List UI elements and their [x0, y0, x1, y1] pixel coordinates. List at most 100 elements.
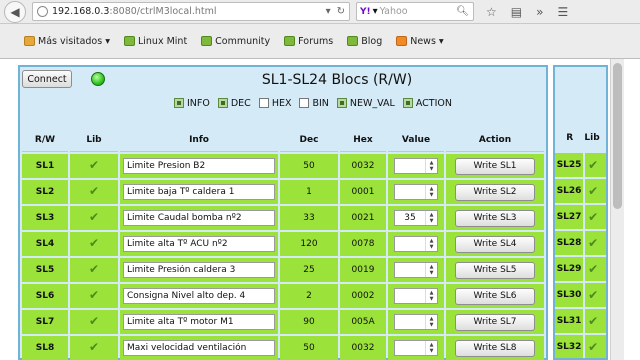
value-stepper[interactable]: ▲▼: [394, 236, 438, 252]
option-label: ACTION: [415, 97, 452, 109]
value-stepper[interactable]: ▲▼: [394, 210, 438, 226]
value-stepper[interactable]: ▲▼: [394, 340, 438, 356]
value-stepper[interactable]: ▲▼: [394, 262, 438, 278]
checkbox-dec[interactable]: [217, 98, 228, 108]
checkbox-bin[interactable]: [299, 98, 310, 108]
bookmark-news[interactable]: News ▾: [396, 35, 444, 47]
scrollbar-thumb[interactable]: [613, 63, 622, 209]
spinner-arrows-icon[interactable]: ▲ ▼: [425, 159, 437, 173]
value-input[interactable]: [395, 185, 425, 199]
bookmark-label: Community: [215, 35, 271, 47]
lib-cell: ✔: [585, 153, 606, 177]
dec-cell: 33: [280, 206, 338, 230]
bookmark-star-icon[interactable]: ☆: [486, 5, 497, 19]
value-stepper[interactable]: ▲▼: [394, 288, 438, 304]
info-input[interactable]: [123, 340, 275, 356]
write-button[interactable]: Write SL1: [455, 157, 535, 175]
panel2-header: R Lib: [555, 126, 606, 150]
url-text: 192.168.0.3:8080/ctrlM3local.html: [52, 6, 217, 17]
option-info[interactable]: INFO: [174, 98, 210, 109]
option-dec[interactable]: DEC: [217, 97, 251, 109]
toolbar-icons: ☆ ▤ » ☰: [486, 5, 568, 19]
write-button[interactable]: Write SL3: [455, 209, 535, 227]
bookmark-mas-visitados[interactable]: Más visitados ▾: [24, 36, 110, 47]
value-input[interactable]: [395, 289, 425, 303]
info-input[interactable]: [123, 288, 275, 304]
option-bin[interactable]: BIN: [299, 98, 329, 109]
bookmark-community[interactable]: Community: [201, 36, 270, 47]
spinner-arrows-icon[interactable]: ▲ ▼: [425, 289, 437, 303]
info-input[interactable]: [123, 262, 275, 278]
value-stepper[interactable]: ▲▼: [394, 314, 438, 330]
write-button[interactable]: Write SL6: [455, 287, 535, 305]
value-input[interactable]: [395, 159, 425, 173]
dec-cell: 120: [280, 232, 338, 256]
overflow-chevron-icon[interactable]: »: [536, 5, 543, 19]
checkbox-action[interactable]: [402, 98, 413, 108]
value-input[interactable]: [395, 211, 425, 225]
info-cell: [120, 310, 278, 334]
info-input[interactable]: [123, 236, 275, 252]
value-cell: ▲▼: [388, 310, 444, 334]
info-input[interactable]: [123, 210, 275, 226]
checkbox-info[interactable]: [174, 98, 184, 108]
value-input[interactable]: [395, 237, 425, 251]
checkmark-icon: ✔: [588, 184, 599, 198]
spinner-arrows-icon[interactable]: ▲ ▼: [425, 211, 437, 225]
spinner-arrows-icon[interactable]: ▲ ▼: [425, 263, 437, 277]
bookmark-label: News ▾: [410, 35, 444, 47]
value-input[interactable]: [395, 341, 425, 355]
value-input[interactable]: [395, 263, 425, 277]
bookmark-label: Forums: [298, 35, 334, 47]
back-button[interactable]: ◀: [4, 0, 26, 23]
option-action[interactable]: ACTION: [402, 97, 452, 109]
bookmark-forums[interactable]: Forums: [284, 36, 333, 47]
action-cell: Write SL8: [446, 336, 544, 360]
search-input[interactable]: Y! ▾ Yahoo 🔍︎: [356, 2, 474, 21]
dropdown-arrow-icon[interactable]: ▾: [326, 6, 331, 17]
panel2-rows: SL25 ✔ SL26 ✔ SL27 ✔ SL28 ✔ SL29 ✔ SL30 ✔ SL31 ✔ SL32 ✔: [555, 153, 606, 358]
option-new-val[interactable]: NEW_VAL: [336, 98, 395, 109]
checkbox-hex[interactable]: [258, 98, 269, 108]
spinner-arrows-icon[interactable]: ▲ ▼: [425, 185, 437, 199]
rss-icon: [396, 36, 408, 46]
connect-button[interactable]: Connect: [22, 70, 72, 88]
lib-cell: ✔: [70, 232, 118, 256]
table-row: SL29 ✔: [555, 257, 606, 281]
bookmark-linux-mint[interactable]: Linux Mint: [123, 36, 187, 47]
spinner-arrows-icon[interactable]: ▲ ▼: [425, 315, 437, 329]
value-stepper[interactable]: ▲▼: [394, 158, 438, 174]
info-input[interactable]: [123, 158, 275, 174]
bookmark-blog[interactable]: Blog: [347, 36, 382, 47]
info-input[interactable]: [123, 184, 275, 200]
option-label: DEC: [230, 97, 251, 109]
checkbox-new-val[interactable]: [336, 98, 347, 108]
menu-icon[interactable]: ☰: [557, 5, 568, 19]
page-scrollbar[interactable]: [610, 59, 624, 360]
table-row: SL1 ✔ 500032 ▲▼ Write SL1: [22, 154, 544, 178]
spinner-arrows-icon[interactable]: ▲ ▼: [425, 341, 437, 355]
search-engine-dropdown-icon[interactable]: ▾: [373, 6, 378, 17]
value-input[interactable]: [395, 315, 425, 329]
write-button[interactable]: Write SL2: [455, 183, 535, 201]
row-sl-id: SL30: [555, 283, 584, 307]
row-sl-id: SL26: [555, 179, 584, 203]
checkmark-icon: ✔: [88, 210, 100, 224]
write-button[interactable]: Write SL4: [455, 235, 535, 253]
spinner-arrows-icon[interactable]: ▲ ▼: [425, 237, 437, 251]
option-label: HEX: [271, 97, 292, 109]
reload-icon[interactable]: ↻: [337, 6, 345, 17]
library-icon[interactable]: ▤: [511, 5, 522, 19]
info-input[interactable]: [123, 314, 275, 330]
search-icon[interactable]: 🔍︎: [456, 6, 469, 17]
info-cell: [120, 258, 278, 282]
hex-cell: 0002: [340, 284, 386, 308]
url-field[interactable]: 192.168.0.3:8080/ctrlM3local.html ▾ ↻: [32, 2, 350, 21]
value-stepper[interactable]: ▲▼: [394, 184, 438, 200]
value-cell: ▲▼: [388, 336, 444, 360]
write-button[interactable]: Write SL7: [455, 313, 535, 331]
write-button[interactable]: Write SL5: [455, 261, 535, 279]
option-hex[interactable]: HEX: [258, 97, 292, 109]
column-header-dec: Dec: [280, 128, 338, 152]
write-button[interactable]: Write SL8: [455, 339, 535, 357]
